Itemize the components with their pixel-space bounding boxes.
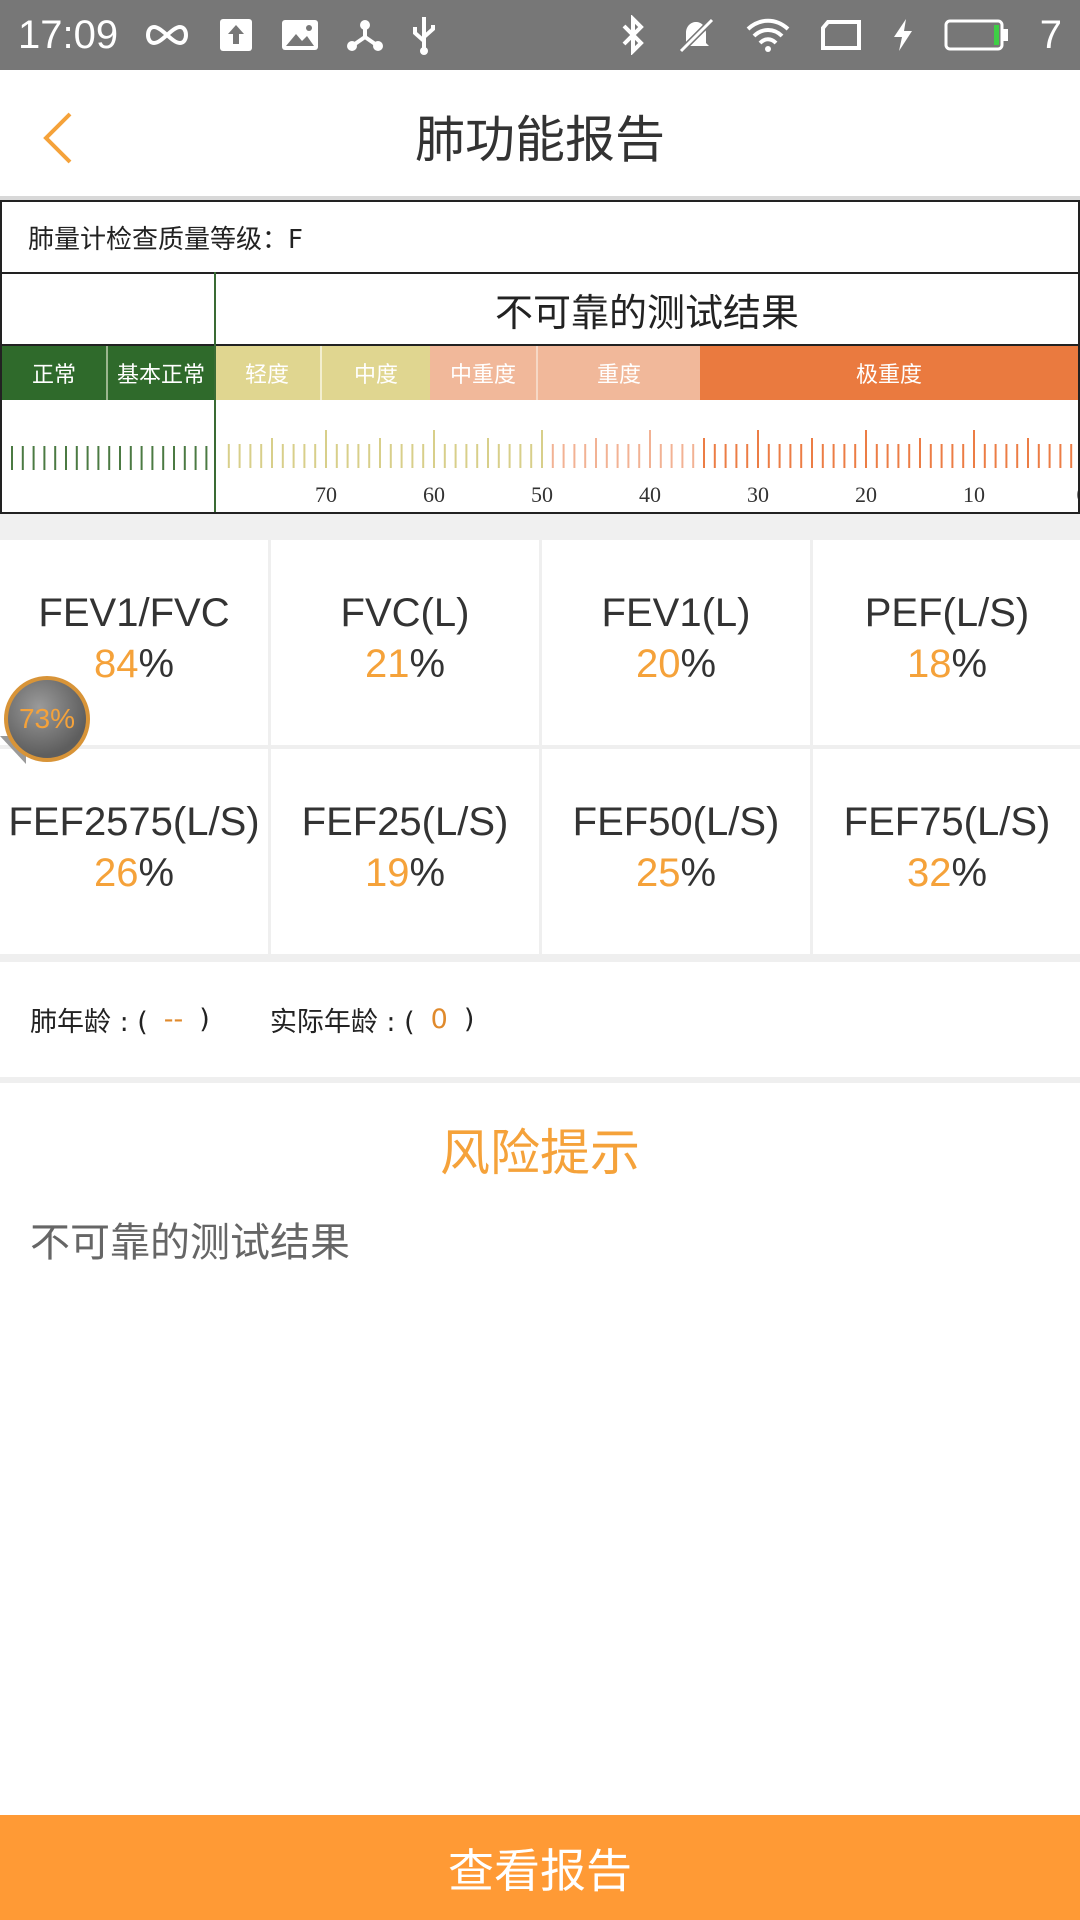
scale-label: 30: [747, 482, 769, 507]
metric-label: FEV1(L): [601, 590, 751, 635]
metric-value: 21%: [365, 642, 445, 687]
metric-value: 19%: [365, 851, 445, 896]
quality-report-table: 肺量计检查质量等级：F 不可靠的测试结果 正常 基本正常 轻度 中度 中重度 重度 极重度 …: [0, 200, 1080, 514]
usb-icon: [410, 15, 438, 55]
metric-unit: %: [138, 641, 175, 686]
metric-unit: %: [951, 641, 988, 686]
severity-level: 基本正常: [108, 346, 214, 400]
metric-cell[interactable]: FEV1(L) 20%: [542, 540, 810, 745]
metric-number: 19: [364, 850, 410, 895]
metric-unit: %: [680, 850, 717, 895]
severity-level: 中度: [322, 346, 430, 400]
metric-value: 26%: [94, 851, 174, 896]
reliability-row: 不可靠的测试结果: [2, 274, 1078, 346]
metric-label: FEF25(L/S): [301, 799, 509, 844]
metric-number: 20: [635, 641, 681, 686]
bluetooth-icon: [620, 15, 646, 55]
risk-title: 风险提示: [440, 1124, 640, 1182]
scale-label: 70: [315, 482, 337, 507]
page-title: 肺功能报告: [415, 111, 665, 169]
metric-label: FEF50(L/S): [572, 799, 780, 844]
lung-age-label: 肺年龄 : (: [30, 1007, 148, 1038]
severity-scale: 70 60 50 40 30 20 10 0: [2, 272, 1079, 512]
share-icon: [346, 17, 384, 53]
battery-icon: [944, 18, 1010, 52]
metric-number: 25: [635, 850, 681, 895]
reliability-text: 不可靠的测试结果: [494, 290, 799, 335]
metric-value: 84%: [94, 642, 174, 687]
metric-value: 25%: [636, 851, 716, 896]
metric-unit: %: [409, 850, 446, 895]
screen-icon: [820, 19, 862, 51]
metric-unit: %: [951, 850, 988, 895]
metric-number: 21: [364, 641, 410, 686]
severity-level: 轻度: [214, 346, 322, 400]
scale-label: 10: [963, 482, 985, 507]
risk-text: 不可靠的测试结果: [30, 1220, 350, 1266]
separator: [0, 954, 1080, 962]
severity-level: 极重度: [700, 346, 1078, 400]
metric-label: PEF(L/S): [864, 590, 1030, 635]
metric-value: 20%: [636, 642, 716, 687]
metric-cell[interactable]: FEF50(L/S) 25%: [542, 749, 810, 954]
metric-cell[interactable]: FVC(L) 21%: [271, 540, 539, 745]
lung-age-value: --: [163, 1004, 184, 1035]
separator: [0, 1077, 1080, 1083]
metric-value: 18%: [907, 642, 987, 687]
metric-cell[interactable]: FEF75(L/S) 32%: [813, 749, 1080, 954]
age-row: 肺年龄 : ( -- ) 实际年龄 : ( 0 ): [0, 962, 1080, 1077]
scale-label: 60: [423, 482, 445, 507]
infinity-icon: [142, 20, 192, 50]
real-age: 实际年龄 : ( 0 ): [270, 1000, 475, 1039]
metric-cell[interactable]: FEF25(L/S) 19%: [271, 749, 539, 954]
severity-level: 正常: [2, 346, 108, 400]
scale-label: 40: [639, 482, 661, 507]
quality-grade: 肺量计检查质量等级：F: [2, 202, 1078, 274]
real-age-label: 实际年龄 : (: [269, 1007, 415, 1038]
metric-number: 26: [93, 850, 139, 895]
metric-number: 84: [93, 641, 139, 686]
battery-level: 7: [1039, 12, 1062, 57]
severity-levels: 正常 基本正常 轻度 中度 中重度 重度 极重度: [2, 346, 1078, 400]
wifi-icon: [746, 17, 790, 53]
floating-badge[interactable]: 73%: [4, 676, 90, 762]
severity-level: 重度: [538, 346, 700, 400]
scale-label: 20: [855, 482, 877, 507]
real-age-close: ): [463, 1004, 475, 1035]
metric-number: 32: [906, 850, 952, 895]
image-icon: [280, 18, 320, 52]
metric-unit: %: [409, 641, 446, 686]
metrics-grid: FEV1/FVC 84% FVC(L) 21% FEV1(L) 20% PEF(L/S) 18…: [0, 540, 1080, 954]
charging-icon: [892, 17, 914, 53]
status-bar: 17:09 7: [0, 0, 1080, 70]
mute-icon: [676, 15, 716, 55]
metric-label: FEV1/FVC: [38, 590, 230, 635]
real-age-value: 0: [430, 1004, 448, 1035]
status-time: 17:09: [18, 12, 119, 57]
metric-number: 18: [906, 641, 952, 686]
lung-age-close: ): [199, 1004, 210, 1035]
lung-age: 肺年龄 : ( -- ): [30, 1000, 210, 1039]
metric-label: FVC(L): [340, 590, 470, 635]
separator: [0, 514, 1080, 540]
scale-label: 50: [531, 482, 553, 507]
metric-value: 32%: [907, 851, 987, 896]
severity-level: 中重度: [430, 346, 538, 400]
metric-unit: %: [680, 641, 717, 686]
upload-icon: [218, 17, 254, 53]
scale-ruler: 70 60 50 40 30 20 10 0: [11, 430, 1079, 507]
metric-label: FEF75(L/S): [843, 799, 1051, 844]
metric-cell[interactable]: PEF(L/S) 18%: [813, 540, 1080, 745]
metric-cell[interactable]: FEF2575(L/S) 26%: [0, 749, 268, 954]
view-report-button[interactable]: 查看报告: [0, 1815, 1080, 1920]
metric-label: FEF2575(L/S): [8, 799, 260, 844]
app-header: 肺功能报告: [0, 70, 1080, 200]
metric-unit: %: [138, 850, 175, 895]
scale-label: 0: [1077, 482, 1079, 507]
